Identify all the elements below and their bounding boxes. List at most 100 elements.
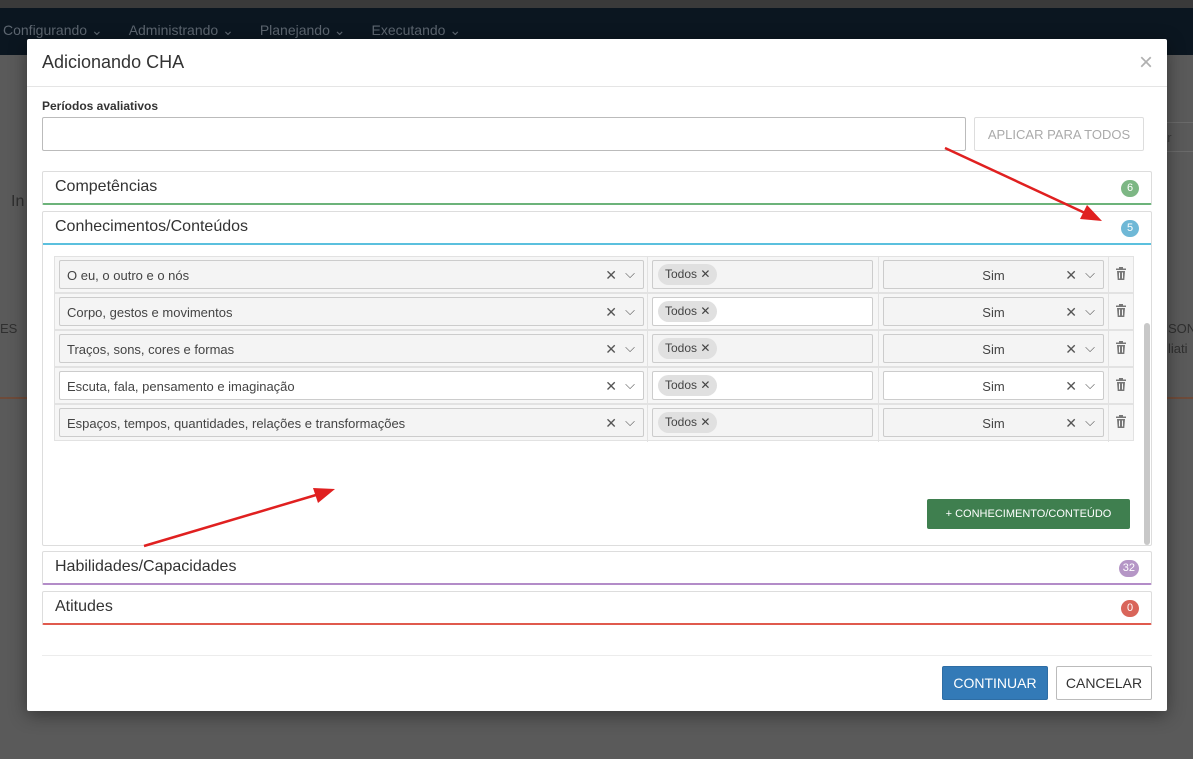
clear-icon[interactable]: ✕ [1065, 341, 1077, 358]
trash-icon[interactable] [1115, 378, 1127, 391]
nav-planejando[interactable]: Planejando ⌄ [260, 22, 346, 39]
periodos-multiselect[interactable]: Todos ✕ [652, 297, 873, 326]
item-select[interactable]: O eu, o outro e o nós ✕ ⌵ [59, 260, 644, 289]
bg-fragment: ES [0, 321, 18, 336]
remove-tag-icon[interactable]: ✕ [700, 267, 710, 281]
periodos-multiselect[interactable]: Todos ✕ [652, 408, 873, 437]
trash-icon[interactable] [1115, 415, 1127, 428]
close-icon[interactable]: × [1139, 51, 1153, 75]
clear-icon[interactable]: ✕ [1065, 267, 1077, 284]
modal-title: Adicionando CHA [42, 52, 185, 72]
table-row: Escuta, fala, pensamento e imaginação ✕ ⌵ … [54, 367, 1134, 405]
value-label: Sim [982, 305, 1005, 320]
clear-icon[interactable]: ✕ [605, 378, 617, 395]
panel-title: Atitudes [55, 598, 113, 615]
trash-icon[interactable] [1115, 267, 1127, 280]
trash-icon[interactable] [1115, 341, 1127, 354]
cancel-button[interactable]: CANCELAR [1056, 666, 1152, 700]
tag-label: Todos [665, 415, 698, 429]
value-select[interactable]: Sim ✕ ⌵ [883, 297, 1104, 326]
bg-fragment: liati [1168, 341, 1188, 356]
value-cell: Sim ✕ ⌵ [879, 405, 1109, 442]
item-cell: Traços, sons, cores e formas ✕ ⌵ [55, 331, 648, 368]
panel-header[interactable]: Atitudes 0 [43, 592, 1151, 624]
panel-header[interactable]: Conhecimentos/Conteúdos 5 [43, 212, 1151, 245]
value-cell: Sim ✕ ⌵ [879, 294, 1109, 331]
nav-label: Executando [371, 22, 446, 38]
remove-tag-icon[interactable]: ✕ [700, 341, 710, 355]
tag-chip[interactable]: Todos ✕ [658, 301, 718, 322]
table-row: O eu, o outro e o nós ✕ ⌵ Todos ✕ Sim ✕ ⌵ [54, 256, 1134, 294]
periodos-input[interactable] [42, 117, 966, 151]
panel-habilidades[interactable]: Habilidades/Capacidades 32 [42, 551, 1152, 585]
panel-header[interactable]: Competências 6 [43, 172, 1151, 204]
tag-label: Todos [665, 304, 698, 318]
chevron-down-icon[interactable]: ⌵ [625, 266, 635, 282]
periodos-multiselect[interactable]: Todos ✕ [652, 260, 873, 289]
panel-atitudes[interactable]: Atitudes 0 [42, 591, 1152, 625]
value-cell: Sim ✕ ⌵ [879, 368, 1109, 405]
item-select[interactable]: Corpo, gestos e movimentos ✕ ⌵ [59, 297, 644, 326]
chevron-down-icon[interactable]: ⌵ [625, 340, 635, 356]
clear-icon[interactable]: ✕ [605, 341, 617, 358]
chevron-down-icon[interactable]: ⌵ [1085, 414, 1095, 430]
tag-label: Todos [665, 378, 698, 392]
value-select[interactable]: Sim ✕ ⌵ [883, 408, 1104, 437]
item-select[interactable]: Traços, sons, cores e formas ✕ ⌵ [59, 334, 644, 363]
trash-icon[interactable] [1115, 304, 1127, 317]
remove-tag-icon[interactable]: ✕ [700, 304, 710, 318]
item-label: Corpo, gestos e movimentos [67, 305, 233, 320]
clear-icon[interactable]: ✕ [605, 267, 617, 284]
chevron-down-icon[interactable]: ⌵ [1085, 340, 1095, 356]
chevron-down-icon[interactable]: ⌵ [1085, 377, 1095, 393]
count-badge: 32 [1118, 560, 1139, 577]
clear-icon[interactable]: ✕ [1065, 378, 1077, 395]
panel-title: Conhecimentos/Conteúdos [55, 218, 249, 235]
tag-chip[interactable]: Todos ✕ [658, 338, 718, 359]
value-label: Sim [982, 342, 1005, 357]
panel-conhecimentos: Conhecimentos/Conteúdos 5 O eu, o outro … [42, 211, 1152, 546]
continue-button[interactable]: CONTINUAR [942, 666, 1048, 700]
clear-icon[interactable]: ✕ [1065, 304, 1077, 321]
app-nav: Configurando ⌄ Administrando ⌄ Planejand… [3, 22, 461, 39]
item-label: Espaços, tempos, quantidades, relações e… [67, 416, 406, 431]
chevron-down-icon[interactable]: ⌵ [1085, 303, 1095, 319]
actions-cell [1109, 331, 1134, 368]
tag-chip[interactable]: Todos ✕ [658, 412, 718, 433]
panel-competencias[interactable]: Competências 6 [42, 171, 1152, 205]
scrollbar[interactable] [1144, 323, 1150, 545]
chevron-down-icon[interactable]: ⌵ [625, 414, 635, 430]
count-badge: 5 [1121, 220, 1139, 237]
remove-tag-icon[interactable]: ✕ [700, 415, 710, 429]
aplicar-para-todos-button[interactable]: APLICAR PARA TODOS [974, 117, 1144, 151]
value-select[interactable]: Sim ✕ ⌵ [883, 260, 1104, 289]
value-select[interactable]: Sim ✕ ⌵ [883, 334, 1104, 363]
modal-header: Adicionando CHA × [27, 39, 1167, 87]
periodos-multiselect[interactable]: Todos ✕ [652, 371, 873, 400]
nav-administrando[interactable]: Administrando ⌄ [129, 22, 234, 39]
item-select[interactable]: Escuta, fala, pensamento e imaginação ✕ ⌵ [59, 371, 644, 400]
tag-label: Todos [665, 341, 698, 355]
clear-icon[interactable]: ✕ [1065, 415, 1077, 432]
value-select[interactable]: Sim ✕ ⌵ [883, 371, 1104, 400]
bg-fragment: In [11, 193, 25, 210]
nav-executando[interactable]: Executando ⌄ [372, 22, 462, 39]
chevron-down-icon[interactable]: ⌵ [625, 377, 635, 393]
add-conhecimento-button[interactable]: + CONHECIMENTO/CONTEÚDO [927, 499, 1130, 529]
periodos-multiselect[interactable]: Todos ✕ [652, 334, 873, 363]
panel-header[interactable]: Habilidades/Capacidades 32 [43, 552, 1151, 584]
chevron-down-icon[interactable]: ⌵ [625, 303, 635, 319]
tag-chip[interactable]: Todos ✕ [658, 264, 718, 285]
remove-tag-icon[interactable]: ✕ [700, 378, 710, 392]
chevron-down-icon[interactable]: ⌵ [1085, 266, 1095, 282]
clear-icon[interactable]: ✕ [605, 304, 617, 321]
nav-configurando[interactable]: Configurando ⌄ [3, 22, 103, 39]
item-label: Escuta, fala, pensamento e imaginação [67, 379, 295, 394]
clear-icon[interactable]: ✕ [605, 415, 617, 432]
nav-label: Administrando [128, 22, 219, 38]
item-select[interactable]: Espaços, tempos, quantidades, relações e… [59, 408, 644, 437]
periodos-cell: Todos ✕ [648, 331, 879, 368]
actions-cell [1109, 405, 1134, 442]
tag-label: Todos [665, 267, 698, 281]
tag-chip[interactable]: Todos ✕ [658, 375, 718, 396]
